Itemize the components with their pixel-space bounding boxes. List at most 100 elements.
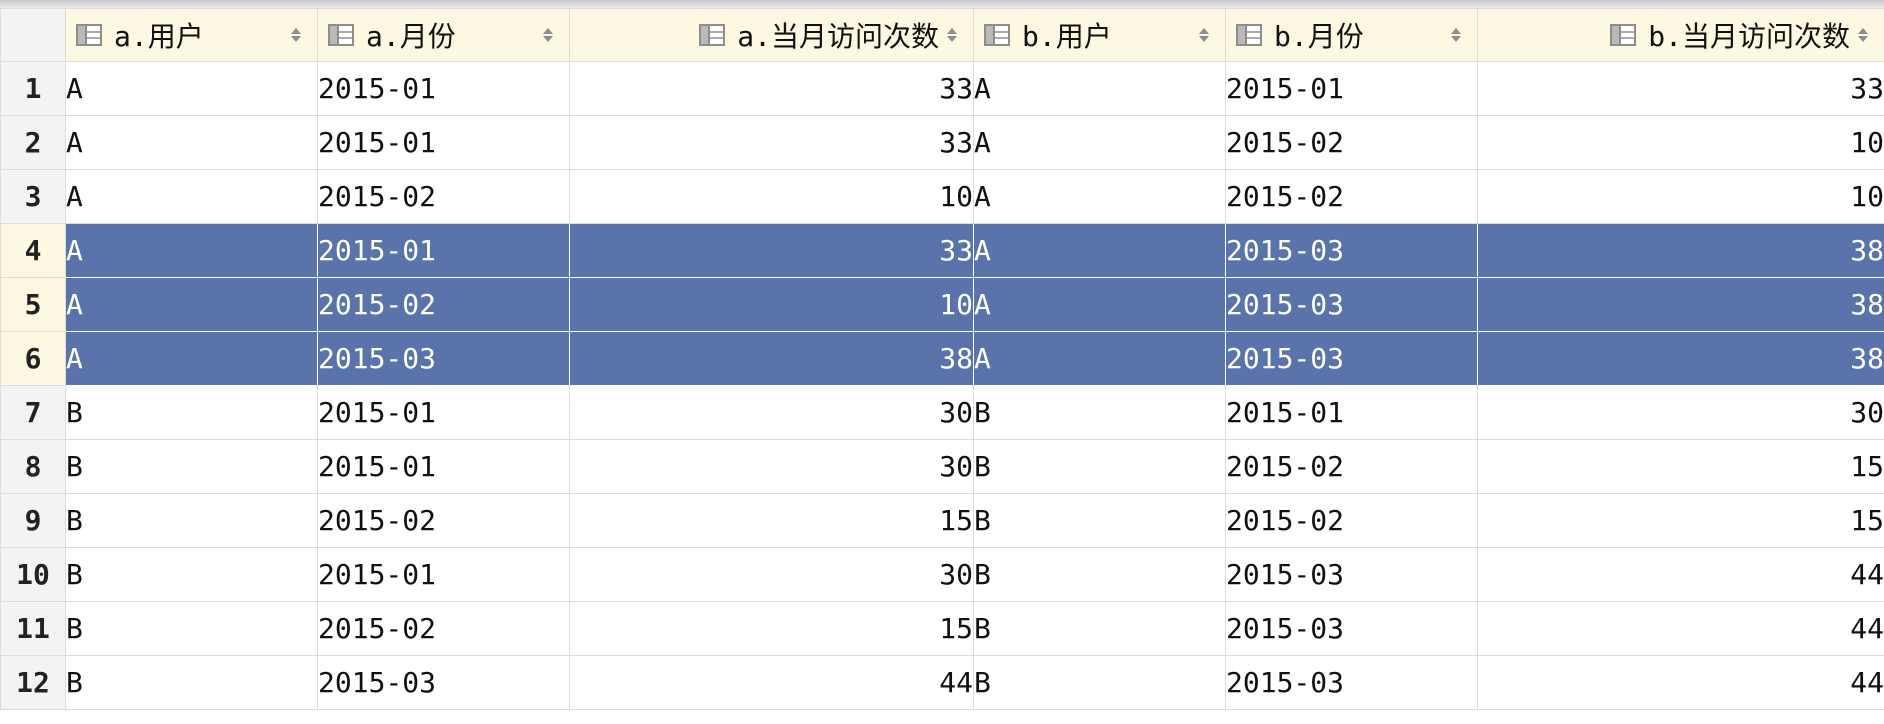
cell-a-month[interactable]: 2015-01 — [317, 61, 570, 116]
cell-b-user[interactable]: A — [973, 277, 1226, 332]
cell-b-user[interactable]: B — [973, 655, 1226, 710]
cell-b-visits[interactable]: 38 — [1477, 223, 1884, 278]
cell-b-month[interactable]: 2015-02 — [1225, 439, 1478, 494]
row-number[interactable]: 4 — [0, 223, 66, 278]
table-row[interactable]: 7 B 2015-01 30 B 2015-01 30 — [0, 385, 1884, 440]
column-header-a-visits[interactable]: a.当月访问次数 — [569, 8, 974, 62]
cell-b-month[interactable]: 2015-03 — [1225, 331, 1478, 386]
row-number[interactable]: 10 — [0, 547, 66, 602]
cell-b-visits[interactable]: 15 — [1477, 439, 1884, 494]
table-row[interactable]: 9 B 2015-02 15 B 2015-02 15 — [0, 493, 1884, 548]
table-row[interactable]: 4 A 2015-01 33 A 2015-03 38 — [0, 223, 1884, 278]
cell-b-user[interactable]: B — [973, 547, 1226, 602]
cell-b-user[interactable]: B — [973, 601, 1226, 656]
cell-a-visits[interactable]: 10 — [569, 169, 974, 224]
cell-a-user[interactable]: B — [65, 547, 318, 602]
row-number[interactable]: 8 — [0, 439, 66, 494]
cell-a-user[interactable]: A — [65, 115, 318, 170]
cell-a-month[interactable]: 2015-03 — [317, 655, 570, 710]
cell-a-visits[interactable]: 30 — [569, 439, 974, 494]
table-row[interactable]: 5 A 2015-02 10 A 2015-03 38 — [0, 277, 1884, 332]
cell-b-visits[interactable]: 44 — [1477, 601, 1884, 656]
cell-a-user[interactable]: B — [65, 385, 318, 440]
row-number[interactable]: 12 — [0, 655, 66, 710]
cell-a-user[interactable]: A — [65, 277, 318, 332]
sort-arrows-icon[interactable] — [543, 26, 553, 44]
cell-a-month[interactable]: 2015-01 — [317, 385, 570, 440]
cell-a-user[interactable]: A — [65, 331, 318, 386]
table-row[interactable]: 12 B 2015-03 44 B 2015-03 44 — [0, 655, 1884, 710]
corner-cell[interactable] — [0, 8, 66, 62]
cell-b-month[interactable]: 2015-01 — [1225, 61, 1478, 116]
row-number[interactable]: 6 — [0, 331, 66, 386]
cell-a-month[interactable]: 2015-02 — [317, 277, 570, 332]
sort-arrows-icon[interactable] — [947, 26, 957, 44]
cell-b-month[interactable]: 2015-02 — [1225, 115, 1478, 170]
sort-arrows-icon[interactable] — [1451, 26, 1461, 44]
cell-b-month[interactable]: 2015-03 — [1225, 223, 1478, 278]
cell-b-user[interactable]: B — [973, 493, 1226, 548]
cell-a-month[interactable]: 2015-01 — [317, 547, 570, 602]
table-row[interactable]: 10 B 2015-01 30 B 2015-03 44 — [0, 547, 1884, 602]
sort-arrows-icon[interactable] — [1199, 26, 1209, 44]
table-row[interactable]: 1 A 2015-01 33 A 2015-01 33 — [0, 61, 1884, 116]
cell-b-month[interactable]: 2015-03 — [1225, 277, 1478, 332]
cell-b-user[interactable]: A — [973, 61, 1226, 116]
column-header-b-user[interactable]: b.用户 — [973, 8, 1226, 62]
cell-a-visits[interactable]: 44 — [569, 655, 974, 710]
cell-a-month[interactable]: 2015-02 — [317, 601, 570, 656]
cell-b-visits[interactable]: 33 — [1477, 61, 1884, 116]
cell-b-visits[interactable]: 38 — [1477, 277, 1884, 332]
cell-a-month[interactable]: 2015-01 — [317, 115, 570, 170]
cell-a-visits[interactable]: 33 — [569, 223, 974, 278]
table-row[interactable]: 2 A 2015-01 33 A 2015-02 10 — [0, 115, 1884, 170]
cell-b-visits[interactable]: 10 — [1477, 169, 1884, 224]
column-header-a-month[interactable]: a.月份 — [317, 8, 570, 62]
cell-a-visits[interactable]: 15 — [569, 601, 974, 656]
column-header-a-user[interactable]: a.用户 — [65, 8, 318, 62]
cell-a-visits[interactable]: 33 — [569, 61, 974, 116]
cell-b-visits[interactable]: 44 — [1477, 547, 1884, 602]
table-row[interactable]: 8 B 2015-01 30 B 2015-02 15 — [0, 439, 1884, 494]
cell-a-visits[interactable]: 15 — [569, 493, 974, 548]
column-header-b-visits[interactable]: b.当月访问次数 — [1477, 8, 1884, 62]
table-row[interactable]: 11 B 2015-02 15 B 2015-03 44 — [0, 601, 1884, 656]
cell-b-user[interactable]: A — [973, 223, 1226, 278]
cell-b-visits[interactable]: 30 — [1477, 385, 1884, 440]
cell-b-month[interactable]: 2015-02 — [1225, 169, 1478, 224]
cell-b-visits[interactable]: 44 — [1477, 655, 1884, 710]
cell-b-month[interactable]: 2015-02 — [1225, 493, 1478, 548]
row-number[interactable]: 2 — [0, 115, 66, 170]
cell-b-user[interactable]: B — [973, 439, 1226, 494]
table-row[interactable]: 6 A 2015-03 38 A 2015-03 38 — [0, 331, 1884, 386]
cell-b-month[interactable]: 2015-01 — [1225, 385, 1478, 440]
cell-a-month[interactable]: 2015-01 — [317, 439, 570, 494]
cell-b-month[interactable]: 2015-03 — [1225, 547, 1478, 602]
cell-a-user[interactable]: B — [65, 493, 318, 548]
cell-b-user[interactable]: A — [973, 115, 1226, 170]
row-number[interactable]: 7 — [0, 385, 66, 440]
cell-a-user[interactable]: A — [65, 169, 318, 224]
column-header-b-month[interactable]: b.月份 — [1225, 8, 1478, 62]
table-row[interactable]: 3 A 2015-02 10 A 2015-02 10 — [0, 169, 1884, 224]
cell-b-user[interactable]: A — [973, 331, 1226, 386]
row-number[interactable]: 11 — [0, 601, 66, 656]
cell-a-visits[interactable]: 10 — [569, 277, 974, 332]
cell-a-month[interactable]: 2015-03 — [317, 331, 570, 386]
cell-a-month[interactable]: 2015-02 — [317, 169, 570, 224]
cell-b-visits[interactable]: 15 — [1477, 493, 1884, 548]
cell-a-user[interactable]: A — [65, 61, 318, 116]
row-number[interactable]: 9 — [0, 493, 66, 548]
cell-b-user[interactable]: A — [973, 169, 1226, 224]
cell-a-user[interactable]: B — [65, 439, 318, 494]
sort-arrows-icon[interactable] — [291, 26, 301, 44]
row-number[interactable]: 5 — [0, 277, 66, 332]
cell-a-user[interactable]: A — [65, 223, 318, 278]
cell-b-visits[interactable]: 10 — [1477, 115, 1884, 170]
cell-a-visits[interactable]: 33 — [569, 115, 974, 170]
cell-a-month[interactable]: 2015-02 — [317, 493, 570, 548]
row-number[interactable]: 3 — [0, 169, 66, 224]
cell-a-user[interactable]: B — [65, 655, 318, 710]
cell-b-user[interactable]: B — [973, 385, 1226, 440]
cell-a-visits[interactable]: 30 — [569, 547, 974, 602]
